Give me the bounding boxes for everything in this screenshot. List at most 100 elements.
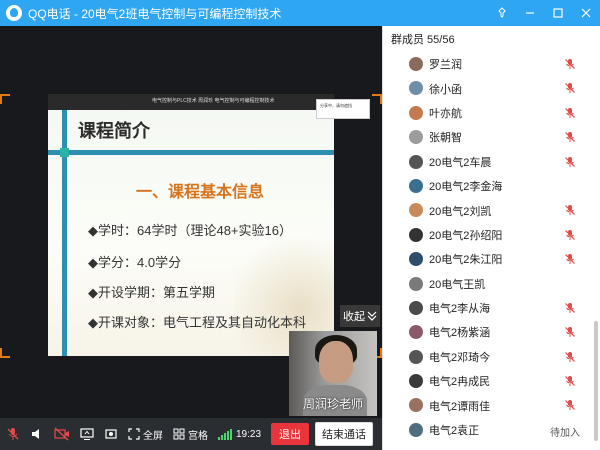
camera-off-icon: [54, 427, 69, 441]
avatar: [409, 325, 423, 340]
mic-muted-icon: [565, 205, 575, 216]
slide-header-text: 电气控制与PLC技术 周润珍 电气控制与可编程控制技术: [152, 98, 275, 104]
member-row[interactable]: 张朝智: [383, 125, 600, 149]
mic-muted-icon: [565, 132, 575, 143]
mic-muted-icon: [565, 302, 575, 313]
share-screen-icon: [80, 428, 94, 440]
member-list: 罗兰润徐小函叶亦航张朝智 20电气2车晨 20电气2李金海 20电气2刘凯 20电气2孙…: [383, 52, 600, 442]
share-screen-button[interactable]: [80, 427, 94, 441]
call-duration: 19:23: [218, 428, 261, 440]
record-button[interactable]: [104, 427, 118, 441]
member-name: 20电气2李金海: [429, 181, 503, 194]
slide-bullet: ◆学分：4.0学分: [88, 255, 182, 270]
frame-corner: [372, 94, 382, 104]
double-chevron-down-icon: [367, 311, 377, 321]
member-name: 20电气2刘凯: [429, 205, 492, 218]
avatar: [409, 252, 423, 267]
member-name: 张朝智: [429, 132, 462, 145]
camera-off-button[interactable]: [54, 427, 70, 441]
mic-muted-icon: [565, 107, 575, 118]
video-camera-icon: [105, 429, 117, 439]
member-row[interactable]: 电气2袁正 待加入: [383, 418, 600, 442]
speaker-button[interactable]: [30, 427, 44, 441]
fullscreen-icon: [128, 428, 140, 440]
slide-bullet: ◆开课对象：电气工程及其自动化本科: [88, 315, 306, 330]
avatar: [409, 130, 423, 145]
fullscreen-button[interactable]: 全屏: [128, 427, 163, 442]
avatar: [409, 57, 423, 71]
mic-muted-icon: [565, 156, 575, 167]
member-name: 电气2李从海: [429, 303, 491, 316]
end-call-button[interactable]: 结束通话: [315, 422, 374, 446]
mic-muted-icon: [565, 376, 575, 387]
speaker-name: 周润珍老师: [302, 397, 363, 411]
maximize-icon[interactable]: [544, 0, 572, 26]
member-row[interactable]: 徐小函: [383, 76, 600, 100]
mic-muted-icon: [565, 400, 575, 411]
member-row[interactable]: 电气2谭雨佳: [383, 393, 600, 417]
member-name: 罗兰润: [429, 59, 462, 72]
call-toolbar: 全屏 宫格 19:23 退出 结束通话: [0, 418, 382, 450]
avatar: [409, 422, 423, 437]
member-name: 电气2袁正: [429, 425, 480, 438]
mic-muted-icon: [565, 229, 575, 240]
member-row[interactable]: 电气2冉成民: [383, 369, 600, 393]
frame-corner: [0, 348, 10, 358]
collapse-label: 收起: [343, 311, 365, 323]
shared-screen-area: 电气控制与PLC技术 周润珍 电气控制与可编程控制技术 课程简介 一、课程基本信…: [0, 26, 382, 418]
window-controls: [488, 0, 600, 26]
member-row[interactable]: 20电气2朱江阳: [383, 247, 600, 271]
member-row[interactable]: 电气2杨紫涵: [383, 320, 600, 344]
member-row[interactable]: 20电气2刘凯: [383, 198, 600, 222]
member-count-header: 群成员 55/56: [391, 34, 455, 46]
speaker-video-tile[interactable]: 周润珍老师: [289, 331, 377, 416]
grid-view-button[interactable]: 宫格: [173, 427, 208, 442]
member-row[interactable]: 电气2邓琦今: [383, 345, 600, 369]
mic-muted-icon: [565, 327, 575, 338]
avatar: [409, 349, 423, 364]
member-row[interactable]: 电气2李从海: [383, 296, 600, 320]
slide-subtitle: 一、课程基本信息: [136, 184, 265, 201]
close-icon[interactable]: [572, 0, 600, 26]
minimize-icon[interactable]: [516, 0, 544, 26]
mic-muted-icon: [7, 428, 19, 440]
avatar: [409, 105, 423, 120]
member-row[interactable]: 20电气王凯: [383, 272, 600, 296]
frame-corner: [0, 94, 10, 104]
mic-muted-button[interactable]: [6, 427, 20, 441]
member-list-scrollbar[interactable]: [594, 321, 598, 441]
avatar: [409, 300, 423, 315]
avatar: [409, 276, 423, 291]
avatar: [409, 178, 423, 193]
window-title: QQ电话 - 20电气2班电气控制与可编程控制技术: [28, 6, 282, 21]
member-row[interactable]: 20电气2车晨: [383, 150, 600, 174]
member-name: 20电气2孙绍阳: [429, 229, 503, 242]
slide-bullet: ◆学时：64学时（理论48+实验16）: [88, 223, 292, 238]
member-row[interactable]: 20电气2孙绍阳: [383, 223, 600, 247]
qq-logo-icon: [6, 5, 22, 21]
member-name: 电气2冉成民: [429, 376, 491, 389]
grid-icon: [173, 428, 185, 440]
member-name: 徐小函: [429, 83, 462, 96]
slide-bullet: ◆开设学期：第五学期: [88, 285, 215, 300]
avatar: [409, 398, 423, 413]
member-name: 电气2谭雨佳: [429, 400, 491, 413]
slide-title: 课程简介: [78, 121, 150, 142]
avatar: [409, 227, 423, 242]
slide-vertical-rule: [62, 110, 67, 356]
mic-muted-icon: [565, 254, 575, 265]
member-name: 20电气2车晨: [429, 156, 492, 169]
signal-icon: [218, 428, 232, 440]
leave-button[interactable]: 退出: [271, 423, 310, 445]
mic-muted-icon: [565, 351, 575, 362]
member-row[interactable]: 20电气2李金海: [383, 174, 600, 198]
call-time: 19:23: [236, 428, 262, 440]
collapse-button[interactable]: 收起: [340, 305, 380, 327]
qq-call-window: QQ电话 - 20电气2班电气控制与可编程控制技术 电气控制与PLC技术 周润珍…: [0, 0, 600, 450]
member-row[interactable]: 罗兰润: [383, 52, 600, 76]
grid-label: 宫格: [188, 430, 208, 442]
pin-icon[interactable]: [488, 0, 516, 26]
screen-share-notice: 分享中，请勿遮挡: [316, 99, 370, 119]
pending-status: 待加入: [550, 427, 580, 439]
member-row[interactable]: 叶亦航: [383, 101, 600, 125]
